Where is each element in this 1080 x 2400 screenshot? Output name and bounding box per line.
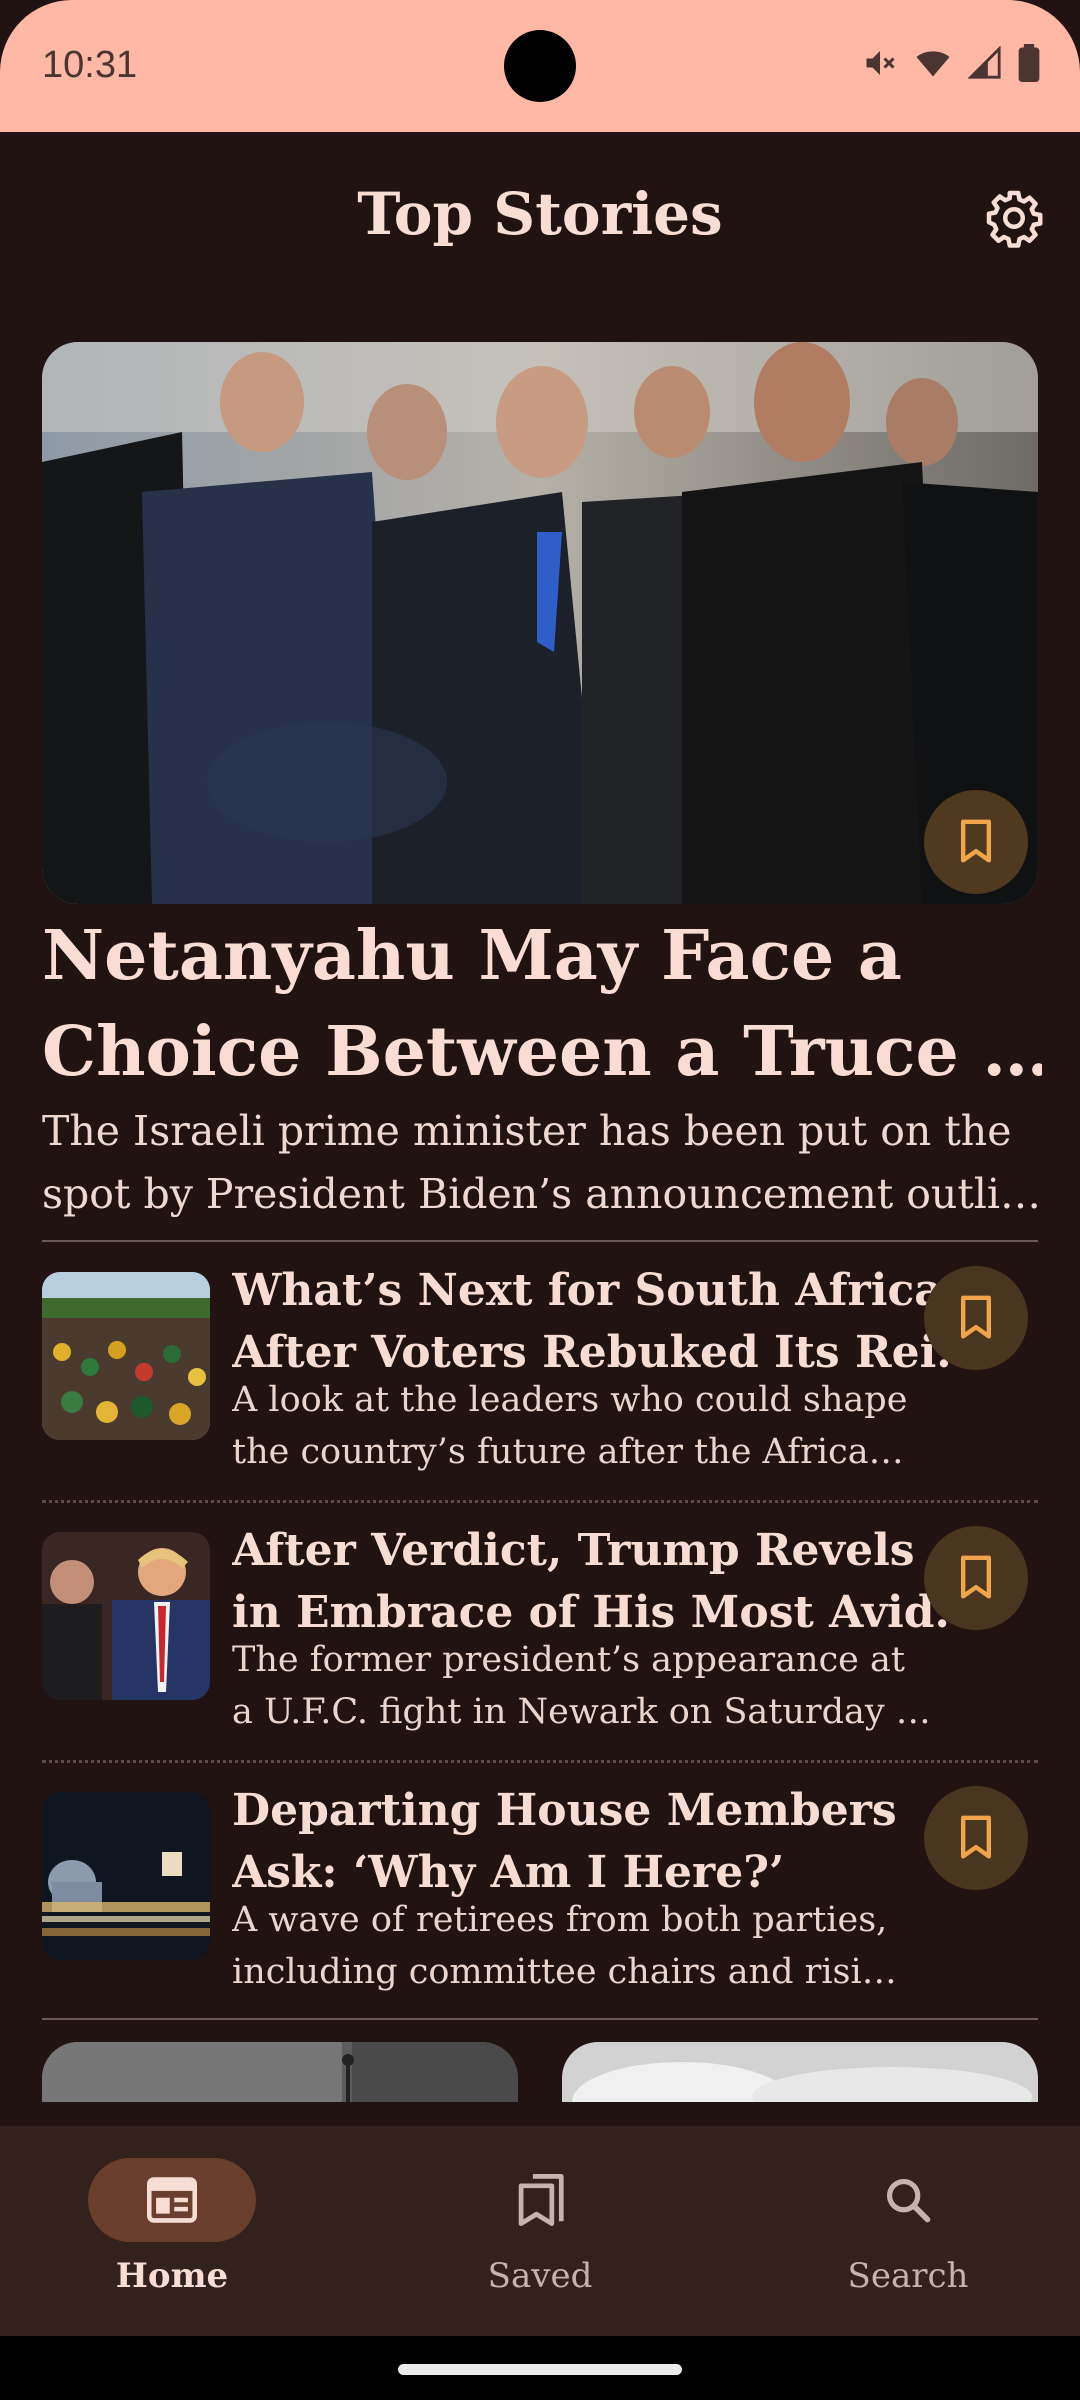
hero-title[interactable]: Netanyahu May Face a Choice Between a Tr…: [42, 908, 1042, 1100]
bookmark-icon: [960, 1815, 992, 1859]
story-title-line: Departing House Members: [232, 1785, 897, 1836]
story-item[interactable]: What’s Next for South Africa After Voter…: [42, 1260, 1038, 1472]
story-thumbnail: [42, 1792, 210, 1960]
nav-home[interactable]: Home: [52, 2158, 292, 2328]
nav-home-label: Home: [115, 2256, 229, 2296]
bookmarks-icon: [518, 2173, 564, 2226]
hero-image[interactable]: [42, 342, 1038, 904]
story-card[interactable]: [42, 2042, 518, 2102]
divider: [42, 1500, 1038, 1503]
capitol-photo: [42, 1792, 210, 1960]
story-thumbnail: [42, 1532, 210, 1700]
gear-icon: [986, 190, 1043, 248]
hero-photo: [42, 342, 1038, 904]
battery-icon: [1018, 44, 1040, 82]
hero-title-line: Choice Between a Truce …: [42, 1012, 1042, 1092]
nav-saved-label: Saved: [487, 2256, 593, 2296]
nav-saved[interactable]: Saved: [420, 2158, 660, 2328]
nav-saved-pill: [456, 2158, 624, 2242]
story-title-line: After Verdict, Trump Revels: [232, 1525, 915, 1576]
story-bookmark-button[interactable]: [924, 1526, 1028, 1630]
divider: [42, 2018, 1038, 2020]
status-icons: [862, 44, 1040, 82]
story-card[interactable]: [562, 2042, 1038, 2102]
story-item[interactable]: After Verdict, Trump Revels in Embrace o…: [42, 1520, 1038, 1732]
story-summary-line: including committee chairs and risi…: [232, 1952, 897, 1992]
bookmark-icon: [960, 1295, 992, 1339]
card-photo: [42, 2042, 518, 2102]
search-icon: [886, 2178, 931, 2223]
story-summary: The former president’s appearance at a U…: [232, 1634, 952, 1738]
story-thumbnail: [42, 1272, 210, 1440]
hero-summary-line: spot by President Biden’s announcement o…: [42, 1170, 1042, 1218]
page-title: Top Stories: [357, 180, 723, 248]
home-indicator[interactable]: [398, 2364, 682, 2375]
nav-search-pill: [824, 2158, 992, 2242]
story-summary: A look at the leaders who could shape th…: [232, 1374, 952, 1478]
story-summary-line: the country’s future after the Africa…: [232, 1432, 904, 1472]
story-summary-line: A look at the leaders who could shape: [232, 1380, 908, 1420]
story-title: After Verdict, Trump Revels in Embrace o…: [232, 1520, 952, 1644]
story-item[interactable]: Departing House Members Ask: ‘Why Am I H…: [42, 1780, 1038, 1992]
wifi-icon: [916, 51, 950, 77]
card-photo: [562, 2042, 1038, 2102]
newspaper-icon: [147, 2177, 197, 2223]
mute-icon: [866, 51, 895, 75]
top-app-bar: Top Stories: [0, 132, 1080, 302]
hero-summary: The Israeli prime minister has been put …: [42, 1100, 1042, 1226]
signal-icon: [968, 46, 1001, 79]
bookmark-icon: [960, 819, 992, 863]
story-title: What’s Next for South Africa After Voter…: [232, 1260, 952, 1384]
story-title-line: What’s Next for South Africa: [232, 1265, 943, 1316]
story-summary-line: The former president’s appearance at: [232, 1640, 905, 1680]
hero-summary-line: The Israeli prime minister has been put …: [42, 1107, 1012, 1155]
story-summary: A wave of retirees from both parties, in…: [232, 1894, 952, 1998]
divider: [42, 1760, 1038, 1763]
trump-photo: [42, 1532, 210, 1700]
status-bar: 10:31: [0, 0, 1080, 132]
bottom-navigation: Home Saved Search: [0, 2126, 1080, 2336]
hero-bookmark-button[interactable]: [924, 790, 1028, 894]
hero-title-line: Netanyahu May Face a: [42, 916, 902, 996]
story-title: Departing House Members Ask: ‘Why Am I H…: [232, 1780, 952, 1904]
story-bookmark-button[interactable]: [924, 1786, 1028, 1890]
crowd-photo: [42, 1272, 210, 1440]
divider: [42, 1240, 1038, 1242]
settings-button[interactable]: [984, 188, 1044, 248]
story-summary-line: A wave of retirees from both parties,: [232, 1900, 888, 1940]
nav-search[interactable]: Search: [788, 2158, 1028, 2328]
status-time: 10:31: [42, 44, 138, 86]
story-summary-line: a U.F.C. fight in Newark on Saturday …: [232, 1692, 931, 1732]
story-bookmark-button[interactable]: [924, 1266, 1028, 1370]
nav-home-pill: [88, 2158, 256, 2242]
camera-cutout: [504, 30, 576, 102]
nav-search-label: Search: [847, 2256, 969, 2296]
bookmark-icon: [960, 1555, 992, 1599]
gesture-bar: [0, 2336, 1080, 2400]
